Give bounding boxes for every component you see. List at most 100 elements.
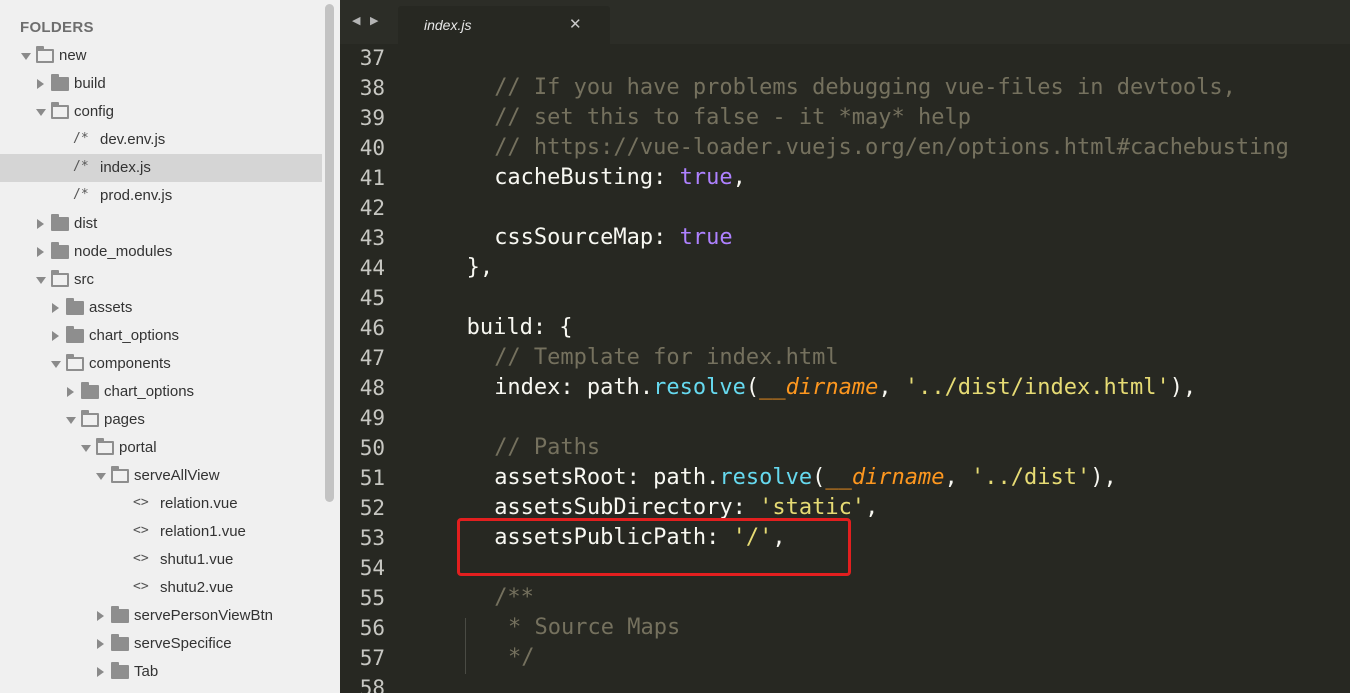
chevron-down-icon[interactable] bbox=[51, 361, 61, 368]
sidebar-title: FOLDERS bbox=[20, 19, 94, 36]
vue-file-icon: <> bbox=[133, 551, 149, 566]
chevron-down-icon[interactable] bbox=[81, 445, 91, 452]
tree-folder-row[interactable]: build bbox=[0, 70, 322, 98]
tree-file-row[interactable]: /* index.js bbox=[0, 154, 322, 182]
code-content: cssSourceMap: true bbox=[494, 225, 732, 250]
chevron-down-icon[interactable] bbox=[36, 109, 46, 116]
folder-open-icon bbox=[36, 46, 54, 63]
code-line[interactable]: 41 cacheBusting: true, bbox=[340, 164, 1350, 194]
code-line[interactable]: 40 // https://vue-loader.vuejs.org/en/opt… bbox=[340, 134, 1350, 164]
tree-file-row[interactable]: <> shutu2.vue bbox=[0, 574, 322, 602]
tree-folder-row[interactable]: chart_options bbox=[0, 378, 322, 406]
code-token: build: { bbox=[466, 315, 573, 340]
code-content: // Template for index.html bbox=[494, 345, 838, 370]
tree-folder-row[interactable]: servePersonViewBtn bbox=[0, 602, 322, 630]
tree-folder-row[interactable]: serveSpecifice bbox=[0, 630, 322, 658]
close-icon[interactable]: ✕ bbox=[569, 15, 582, 33]
chevron-right-icon[interactable] bbox=[97, 667, 104, 677]
tree-file-row[interactable]: <> relation1.vue bbox=[0, 518, 322, 546]
code-line[interactable]: 56 * Source Maps bbox=[340, 614, 1350, 644]
code-line[interactable]: 39 // set this to false - it *may* help bbox=[340, 104, 1350, 134]
chevron-right-icon[interactable] bbox=[52, 303, 59, 313]
line-number: 46 bbox=[359, 316, 385, 340]
chevron-right-icon[interactable] bbox=[37, 79, 44, 89]
code-line[interactable]: 48 index: path.resolve(__dirname, '../dis… bbox=[340, 374, 1350, 404]
code-editor[interactable]: 37 38 // If you have problems debugging vu… bbox=[340, 44, 1350, 693]
tree-folder-row[interactable]: dist bbox=[0, 210, 322, 238]
code-line[interactable]: 49 bbox=[340, 404, 1350, 434]
vue-file-icon: <> bbox=[133, 495, 149, 510]
tree-folder-row[interactable]: chart_options bbox=[0, 322, 322, 350]
tree-folder-row[interactable]: node_modules bbox=[0, 238, 322, 266]
code-line[interactable]: 38 // If you have problems debugging vue-… bbox=[340, 74, 1350, 104]
tree-file-row[interactable]: <> relation.vue bbox=[0, 490, 322, 518]
folder-open-icon bbox=[51, 102, 69, 119]
line-number: 44 bbox=[359, 256, 385, 280]
tree-folder-row[interactable]: components bbox=[0, 350, 322, 378]
tree-folder-row[interactable]: pages bbox=[0, 406, 322, 434]
tab-index-js[interactable]: index.js ✕ bbox=[398, 6, 610, 44]
tree-file-row[interactable]: /* prod.env.js bbox=[0, 182, 322, 210]
code-line[interactable]: 43 cssSourceMap: true bbox=[340, 224, 1350, 254]
code-token: assetsSubDirectory: bbox=[494, 495, 760, 520]
line-number: 41 bbox=[359, 166, 385, 190]
code-line[interactable]: 51 assetsRoot: path.resolve(__dirname, '.… bbox=[340, 464, 1350, 494]
tree-folder-row[interactable]: serveAllView bbox=[0, 462, 322, 490]
folder-open-icon bbox=[51, 270, 69, 287]
code-content: // Paths bbox=[494, 435, 600, 460]
tree-item-label: components bbox=[89, 355, 171, 372]
code-token: , bbox=[865, 495, 879, 520]
tree-file-row[interactable]: <> shutu1.vue bbox=[0, 546, 322, 574]
code-line[interactable]: 50 // Paths bbox=[340, 434, 1350, 464]
tree-item-label: shutu2.vue bbox=[160, 579, 234, 596]
chevron-down-icon[interactable] bbox=[66, 417, 76, 424]
chevron-down-icon[interactable] bbox=[21, 53, 31, 60]
code-line[interactable]: 58 bbox=[340, 674, 1350, 693]
code-line[interactable]: 55 /** bbox=[340, 584, 1350, 614]
tree-folder-row[interactable]: portal bbox=[0, 434, 322, 462]
code-line[interactable]: 57 */ bbox=[340, 644, 1350, 674]
tree-folder-row[interactable]: new bbox=[0, 42, 322, 70]
tree-item-label: index.js bbox=[100, 159, 151, 176]
code-line[interactable]: 46 build: { bbox=[340, 314, 1350, 344]
code-token: '../dist' bbox=[971, 465, 1091, 490]
code-token: ), bbox=[1169, 375, 1197, 400]
chevron-right-icon[interactable] bbox=[97, 611, 104, 621]
folder-open-icon bbox=[111, 466, 129, 483]
code-content: * Source Maps bbox=[508, 615, 680, 640]
code-content: index: path.resolve(__dirname, '../dist/… bbox=[494, 375, 1196, 400]
code-token: // https://vue-loader.vuejs.org/en/optio… bbox=[494, 135, 1289, 160]
tree-item-label: chart_options bbox=[89, 327, 180, 344]
folder-icon bbox=[51, 74, 69, 91]
tree-file-row[interactable]: /* dev.env.js bbox=[0, 126, 322, 154]
chevron-right-icon[interactable] bbox=[37, 247, 44, 257]
chevron-right-icon[interactable] bbox=[52, 331, 59, 341]
tree-folder-row[interactable]: Tab bbox=[0, 658, 322, 686]
code-token: , bbox=[878, 375, 905, 400]
chevron-right-icon[interactable] bbox=[37, 219, 44, 229]
folder-icon bbox=[111, 606, 129, 623]
tree-folder-row[interactable]: config bbox=[0, 98, 322, 126]
js-file-icon: /* bbox=[73, 187, 89, 202]
line-number: 52 bbox=[359, 496, 385, 520]
tree-item-label: assets bbox=[89, 299, 133, 316]
chevron-down-icon[interactable] bbox=[36, 277, 46, 284]
tree-item-label: dist bbox=[74, 215, 98, 232]
chevron-down-icon[interactable] bbox=[96, 473, 106, 480]
folder-open-icon bbox=[81, 410, 99, 427]
tab-nav-arrows-icon[interactable]: ◀ ▶ bbox=[352, 14, 381, 27]
code-line[interactable]: 47 // Template for index.html bbox=[340, 344, 1350, 374]
chevron-right-icon[interactable] bbox=[67, 387, 74, 397]
code-line[interactable]: 42 bbox=[340, 194, 1350, 224]
code-line[interactable]: 37 bbox=[340, 44, 1350, 74]
tree-folder-row[interactable]: src bbox=[0, 266, 322, 294]
code-token: */ bbox=[508, 645, 535, 670]
code-content: // set this to false - it *may* help bbox=[494, 105, 971, 130]
tree-folder-row[interactable]: assets bbox=[0, 294, 322, 322]
sidebar-scrollbar[interactable] bbox=[325, 4, 334, 502]
code-content: */ bbox=[508, 645, 535, 670]
code-line[interactable]: 44}, bbox=[340, 254, 1350, 284]
line-number: 39 bbox=[359, 106, 385, 130]
chevron-right-icon[interactable] bbox=[97, 639, 104, 649]
code-line[interactable]: 45 bbox=[340, 284, 1350, 314]
